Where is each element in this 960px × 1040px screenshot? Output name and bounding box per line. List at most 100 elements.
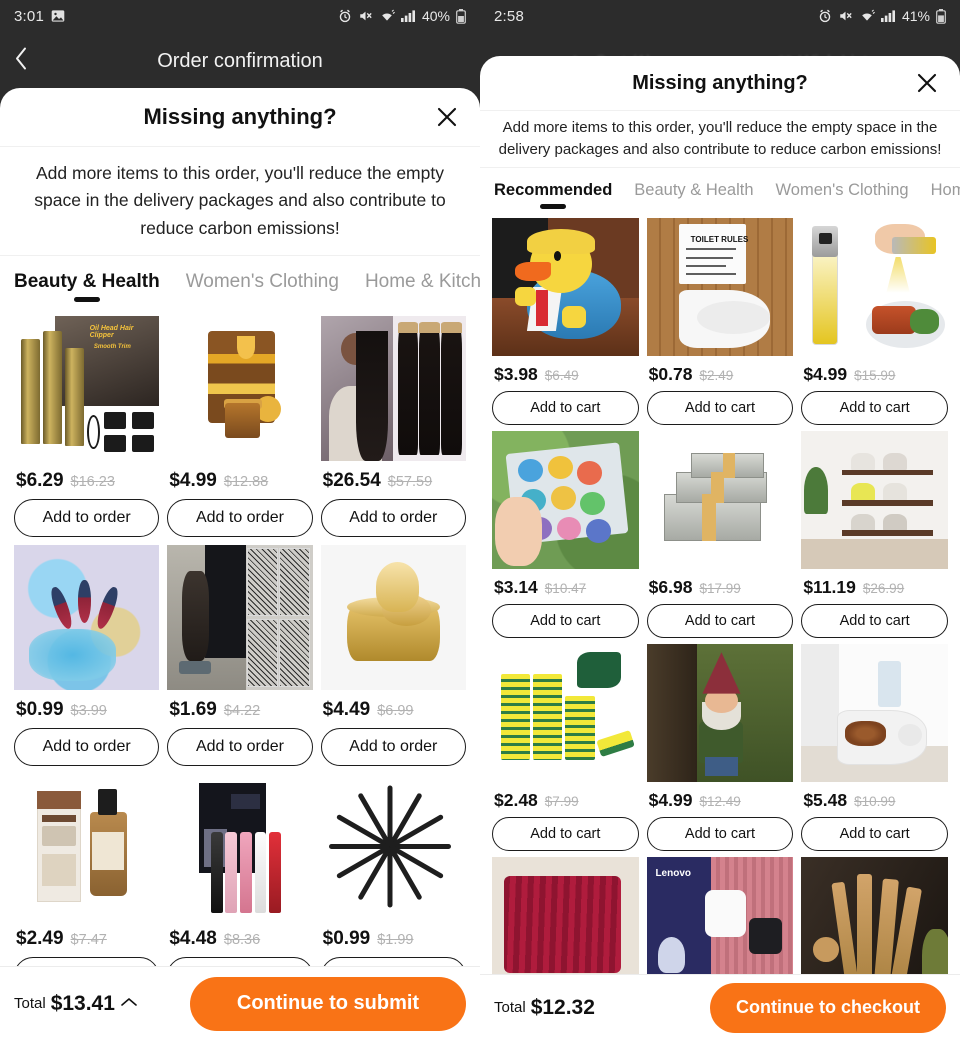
price-row: $26.54 $57.59 — [321, 461, 466, 499]
product-image-straight-hair-bundles[interactable] — [320, 316, 466, 461]
add-to-order-button[interactable]: Add to order — [320, 957, 466, 966]
add-to-cart-button[interactable]: Add to cart — [492, 391, 639, 425]
status-bar-right: 2:58 41% — [480, 0, 960, 32]
current-price: $6.29 — [16, 470, 64, 491]
product-card[interactable]: $0.99 $3.99 Add to order — [14, 545, 160, 766]
product-grid-scroll-right[interactable]: $3.98 $6.49 Add to cart TOILET RULES $0.… — [480, 212, 960, 974]
product-card[interactable]: TOILET RULES $0.78 $2.49 Add to cart — [646, 218, 794, 425]
category-tabs-left[interactable]: Beauty & Health Women's Clothing Home & … — [0, 256, 480, 308]
original-price: $1.99 — [377, 932, 414, 948]
product-image-gold-eye-mask-patches[interactable] — [320, 545, 466, 690]
current-price: $5.48 — [803, 790, 848, 810]
product-image-scrub-sponge-pack[interactable] — [492, 644, 639, 782]
add-to-cart-button[interactable]: Add to cart — [646, 604, 794, 638]
price-row: $3.98 $6.49 — [492, 356, 639, 391]
add-to-cart-button[interactable]: Add to cart — [801, 391, 948, 425]
add-to-cart-button[interactable]: Add to cart — [492, 604, 639, 638]
product-card[interactable]: $3.14 $10.47 Add to cart — [492, 431, 639, 638]
product-card[interactable]: $1.69 $4.22 Add to order — [167, 545, 313, 766]
tab-beauty-health[interactable]: Beauty & Health — [634, 181, 753, 200]
add-to-order-button[interactable]: Add to order — [320, 728, 466, 766]
product-image-lenovo-wireless-earbuds[interactable]: Lenovo — [646, 857, 794, 974]
product-image-honey-repair-hair-mask[interactable] — [167, 316, 313, 461]
product-image-knitted-throw-blanket[interactable] — [492, 857, 639, 974]
product-card[interactable]: $4.49 $6.99 Add to order — [320, 545, 466, 766]
close-icon[interactable] — [912, 68, 942, 98]
price-row: $3.14 $10.47 — [492, 569, 639, 604]
product-image-toilet-rules-decal[interactable]: TOILET RULES — [646, 218, 794, 356]
add-to-order-button[interactable]: Add to order — [320, 499, 466, 537]
add-to-order-button[interactable]: Add to order — [14, 957, 160, 966]
tab-womens-clothing[interactable]: Women's Clothing — [776, 181, 909, 200]
add-to-cart-button[interactable]: Add to cart — [646, 391, 794, 425]
product-image-black-hair-clips[interactable] — [320, 774, 466, 919]
price-row: $4.48 $8.36 — [167, 919, 312, 957]
product-card[interactable]: $2.49 $7.47 Add to order — [14, 774, 160, 966]
sheet-header: Missing anything? — [480, 56, 960, 110]
original-price: $4.22 — [223, 703, 261, 719]
product-image-prop-money-stack[interactable] — [646, 431, 794, 569]
product-image-oil-head-hair-clipper[interactable]: Oil Head Hair Clipper Smooth Trim — [14, 316, 160, 461]
add-to-order-button[interactable]: Add to order — [14, 728, 160, 766]
product-image-temporary-tattoo-sleeve[interactable] — [167, 545, 313, 690]
product-image-trump-rubber-duck[interactable] — [492, 218, 639, 356]
product-card[interactable]: $4.99 $12.88 Add to order — [167, 316, 313, 537]
back-icon[interactable] — [14, 47, 28, 76]
continue-to-checkout-button[interactable]: Continue to checkout — [710, 982, 946, 1033]
product-card[interactable] — [492, 857, 639, 974]
chevron-up-icon[interactable] — [120, 995, 138, 1013]
add-to-order-button[interactable]: Add to order — [14, 499, 160, 537]
product-image-olive-oil-sprayer[interactable] — [801, 218, 948, 356]
product-image-dark-circle-eye-serum[interactable] — [14, 774, 160, 919]
product-image-wooden-kitchen-utensils[interactable] — [801, 857, 948, 974]
add-to-cart-button[interactable]: Add to cart — [492, 817, 639, 851]
product-image-glitter-nail-art[interactable] — [14, 545, 160, 690]
order-total[interactable]: Total $13.41 — [14, 992, 138, 1016]
product-image-garden-gnome-statue[interactable] — [646, 644, 794, 782]
original-price: $8.36 — [223, 932, 261, 948]
sheet-description: Add more items to this order, you'll red… — [480, 110, 960, 168]
price-row: $11.19 $26.99 — [801, 569, 948, 604]
total-label: Total — [494, 999, 526, 1016]
product-card[interactable]: $11.19 $26.99 Add to cart — [801, 431, 948, 638]
product-image-stackable-shoe-rack[interactable] — [801, 431, 948, 569]
product-card[interactable]: $26.54 $57.59 Add to order — [320, 316, 466, 537]
product-grid-scroll-left[interactable]: Oil Head Hair Clipper Smooth Trim $6.29 $… — [0, 308, 480, 966]
total-label: Total — [14, 995, 46, 1012]
product-card[interactable]: Oil Head Hair Clipper Smooth Trim $6.29 $… — [14, 316, 160, 537]
tab-beauty-health[interactable]: Beauty & Health — [14, 271, 160, 293]
price-row: $2.49 $7.47 — [14, 919, 159, 957]
product-image-lipstick-facial-shaver[interactable] — [167, 774, 313, 919]
product-card[interactable]: $5.48 $10.99 Add to cart — [801, 644, 948, 851]
product-card[interactable]: $3.98 $6.49 Add to cart — [492, 218, 639, 425]
tab-home[interactable]: Home — [931, 181, 960, 200]
product-card[interactable]: Lenovo — [646, 857, 794, 974]
category-tabs-right[interactable]: Recommended Beauty & Health Women's Clot… — [480, 168, 960, 212]
product-image-corner-pet-feeder[interactable] — [801, 644, 948, 782]
close-icon[interactable] — [432, 102, 462, 132]
tab-home-kitchen[interactable]: Home & Kitche — [365, 271, 480, 293]
add-to-cart-button[interactable]: Add to cart — [801, 817, 948, 851]
product-card[interactable] — [801, 857, 948, 974]
product-grid-right: $3.98 $6.49 Add to cart TOILET RULES $0.… — [480, 212, 960, 974]
product-card[interactable]: $4.99 $12.49 Add to cart — [646, 644, 794, 851]
product-card[interactable]: $2.48 $7.99 Add to cart — [492, 644, 639, 851]
product-card[interactable]: $6.98 $17.99 Add to cart — [646, 431, 794, 638]
bottom-bar-left: Total $13.41 Continue to submit — [0, 966, 480, 1040]
product-card[interactable]: $0.99 $1.99 Add to order — [320, 774, 466, 966]
tab-womens-clothing[interactable]: Women's Clothing — [186, 271, 339, 293]
status-bar-right-group: 41% — [818, 8, 946, 24]
product-card[interactable]: $4.99 $15.99 Add to cart — [801, 218, 948, 425]
add-to-order-button[interactable]: Add to order — [167, 728, 313, 766]
image-icon — [51, 9, 65, 23]
current-price: $4.99 — [169, 470, 217, 491]
add-to-cart-button[interactable]: Add to cart — [646, 817, 794, 851]
continue-to-submit-button[interactable]: Continue to submit — [190, 976, 466, 1031]
add-to-order-button[interactable]: Add to order — [167, 499, 313, 537]
add-to-order-button[interactable]: Add to order — [167, 957, 313, 966]
add-to-cart-button[interactable]: Add to cart — [801, 604, 948, 638]
product-image-mini-petroleum-jelly-set[interactable] — [492, 431, 639, 569]
product-card[interactable]: $4.48 $8.36 Add to order — [167, 774, 313, 966]
original-price: $26.99 — [862, 581, 905, 596]
tab-recommended[interactable]: Recommended — [494, 181, 612, 200]
